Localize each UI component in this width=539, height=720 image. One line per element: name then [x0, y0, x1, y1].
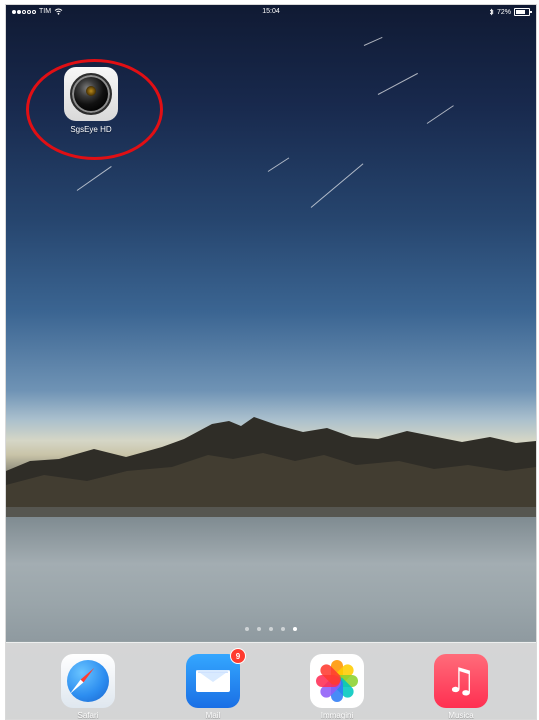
bluetooth-icon: [489, 8, 494, 16]
dock-app-mail[interactable]: 9 Mail: [186, 648, 246, 719]
battery-percentage: 72%: [496, 8, 511, 16]
battery-level: [516, 10, 525, 14]
page-indicator[interactable]: [6, 627, 536, 631]
dock-app-music[interactable]: ♫ Musica: [434, 654, 488, 719]
battery-icon: [514, 8, 532, 16]
safari-icon[interactable]: [61, 654, 115, 708]
photos-icon[interactable]: [310, 654, 364, 708]
dock: Safari 9 Mail Immagini ♫ Musica: [6, 642, 536, 719]
ipad-home-screen: TIM 15:04 72% SgsEye HD Safari 9 Mail Im…: [5, 4, 537, 720]
page-dot[interactable]: [281, 627, 285, 631]
page-dot[interactable]: [269, 627, 273, 631]
dock-app-safari[interactable]: Safari: [61, 654, 115, 719]
music-icon[interactable]: ♫: [434, 654, 488, 708]
page-dot-active[interactable]: [293, 627, 297, 631]
battery-area: 72%: [489, 8, 532, 16]
clock-time: 15:04: [262, 8, 280, 15]
dock-app-photos[interactable]: Immagini: [310, 654, 364, 719]
mail-badge: 9: [230, 648, 246, 664]
page-dot[interactable]: [257, 627, 261, 631]
lake-water: [6, 517, 536, 641]
status-bar: TIM 15:04 72%: [6, 5, 536, 23]
mountain-ridge: [6, 417, 536, 523]
highlight-circle: [26, 59, 163, 160]
page-dot[interactable]: [245, 627, 249, 631]
